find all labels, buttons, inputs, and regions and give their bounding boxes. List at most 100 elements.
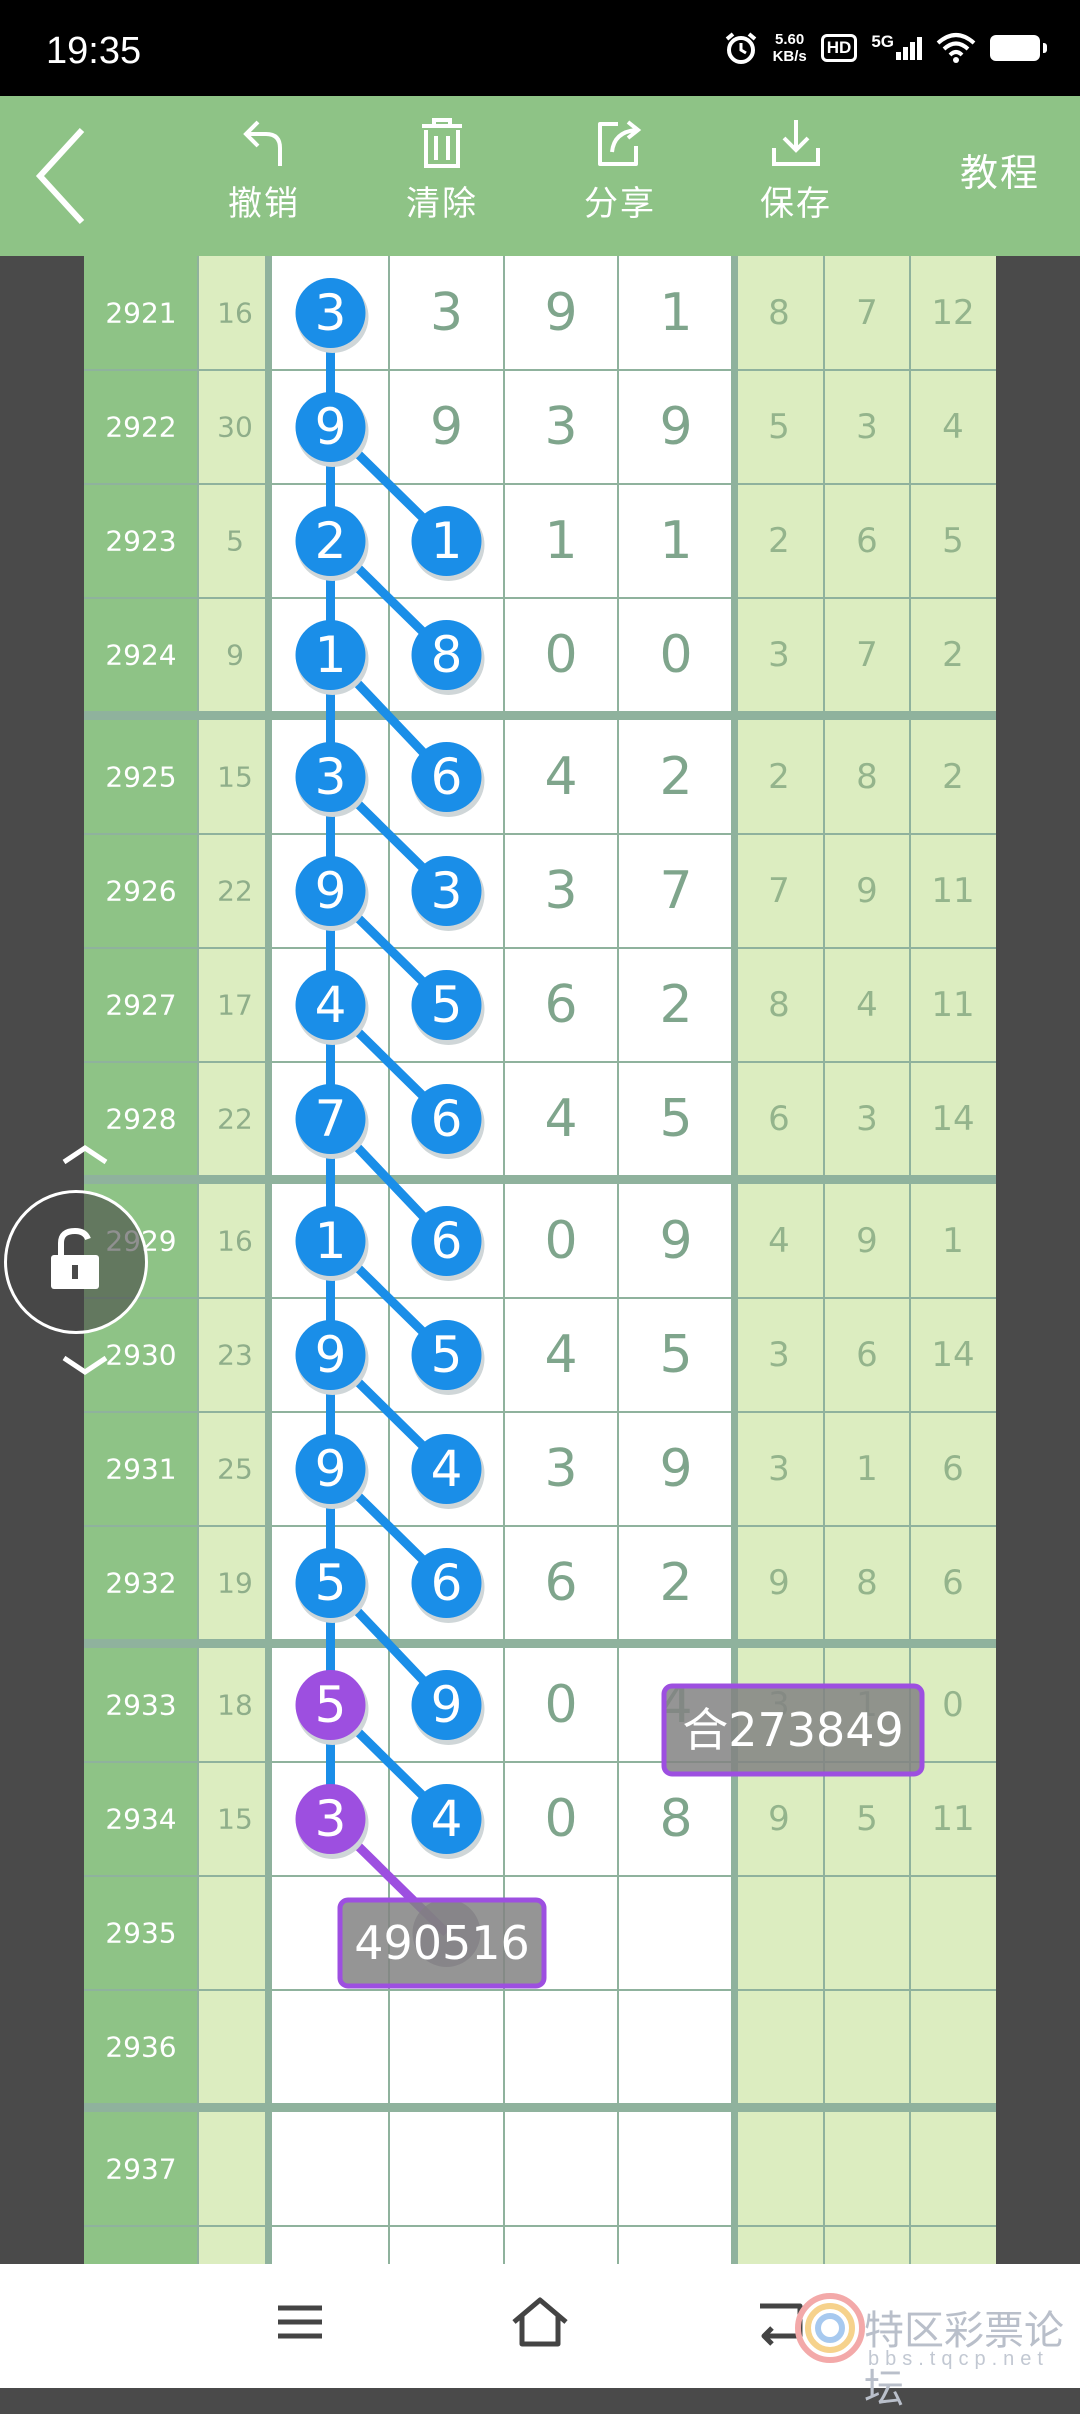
digit-ball-label: 6 — [431, 1212, 463, 1270]
tail-cell: 3 — [768, 635, 790, 675]
speed-unit: KB/s — [772, 48, 807, 65]
sum-cell: 17 — [217, 989, 253, 1022]
digit-ball-label: 9 — [315, 862, 347, 920]
sum-cell: 22 — [217, 875, 253, 908]
period-cell: 2923 — [105, 525, 176, 558]
period-cell: 2928 — [105, 1103, 176, 1136]
tail-cell: 9 — [856, 871, 878, 911]
digit-cell: 2 — [659, 975, 692, 1035]
digit-ball-label: 1 — [431, 512, 463, 570]
digit-cell: 0 — [544, 1789, 577, 1849]
status-icons: 5.60 KB/s HD 5G — [723, 26, 1047, 70]
tail-cell: 4 — [768, 1221, 790, 1261]
digit-ball-label: 9 — [315, 398, 347, 456]
tail-cell: 8 — [856, 757, 878, 797]
tail-cell: 7 — [856, 635, 878, 675]
annotation-numbers: 490516 — [354, 1916, 530, 1970]
period-cell: 2924 — [105, 639, 176, 672]
tail-cell: 3 — [768, 1335, 790, 1375]
group-separator — [84, 712, 996, 720]
period-cell: 2927 — [105, 989, 176, 1022]
digit-cell: 7 — [659, 861, 692, 921]
undo-button[interactable]: 撤销 — [194, 116, 334, 236]
network-speed: 5.60 KB/s — [773, 31, 807, 65]
clear-label: 清除 — [406, 184, 478, 224]
share-button[interactable]: 分享 — [550, 116, 690, 236]
share-icon — [598, 120, 642, 166]
trend-grid[interactable]: 2921 16 3 3 9 1 8 7 122922 30 9 9 3 9 5 3 42923 5 2 1 1 1 2 6 52… — [84, 256, 996, 2264]
period-cell: 2935 — [105, 1917, 176, 1950]
trash-icon — [422, 118, 462, 168]
undo-label: 撤销 — [228, 184, 300, 224]
digit-ball-label: 3 — [431, 862, 463, 920]
tail-cell: 6 — [856, 521, 878, 561]
status-time: 19:35 — [46, 30, 142, 72]
digit-ball-label: 1 — [315, 626, 347, 684]
digit-cell: 2 — [659, 1553, 692, 1613]
chevron-down-icon[interactable] — [50, 1352, 120, 1382]
digit-ball-label: 4 — [431, 1790, 463, 1848]
sum-cell: 5 — [226, 525, 244, 558]
tail-cell: 9 — [768, 1799, 790, 1839]
clear-button[interactable]: 清除 — [372, 116, 512, 236]
tail-cell: 6 — [768, 1099, 790, 1139]
back-button[interactable] — [30, 124, 130, 228]
digit-ball-label: 3 — [315, 284, 347, 342]
digit-ball-label: 9 — [315, 1440, 347, 1498]
share-label: 分享 — [584, 184, 656, 224]
trend-chart[interactable]: 2921 16 3 3 9 1 8 7 12 2922 30 9 9 3 9 5 3 4 2923 5 2 1 1 1 2 6 5 2… — [84, 256, 996, 2264]
sum-cell: 19 — [217, 1567, 253, 1600]
sum-cell: 23 — [217, 1339, 253, 1372]
tail-cell: 1 — [942, 1221, 964, 1261]
home-icon[interactable] — [508, 2292, 572, 2352]
period-cell: 2922 — [105, 411, 176, 444]
digit-cell: 5 — [659, 1089, 692, 1149]
digit-ball-label: 4 — [315, 976, 347, 1034]
period-cell: 2926 — [105, 875, 176, 908]
digit-ball-label: 4 — [431, 1440, 463, 1498]
tail-cell: 5 — [768, 407, 790, 447]
tail-cell: 8 — [768, 293, 790, 333]
digit-cell: 3 — [544, 1439, 577, 1499]
battery-icon — [990, 35, 1047, 61]
digit-cell: 9 — [544, 283, 577, 343]
save-label: 保存 — [760, 184, 832, 224]
period-cell: 2925 — [105, 761, 176, 794]
tail-cell: 8 — [856, 1563, 878, 1603]
forum-watermark: 特区彩票论坛 bbs.tqcp.net — [790, 2282, 1080, 2412]
tail-cell: 0 — [942, 1685, 964, 1725]
lock-control[interactable] — [4, 1190, 148, 1334]
digit-ball-label: 3 — [315, 1790, 347, 1848]
tail-cell: 9 — [768, 1563, 790, 1603]
network-type: 5G — [871, 31, 894, 51]
undo-icon — [243, 120, 282, 166]
period-cell: 2936 — [105, 2031, 176, 2064]
tail-cell: 2 — [942, 757, 964, 797]
sum-cell: 25 — [217, 1453, 253, 1486]
tutorial-button[interactable]: 教程 — [960, 142, 1040, 197]
digit-cell: 4 — [544, 1089, 577, 1149]
digit-ball-label: 8 — [431, 626, 463, 684]
speed-value: 5.60 — [775, 31, 805, 48]
digit-cell: 9 — [659, 1211, 692, 1271]
period-cell: 2937 — [105, 2153, 176, 2186]
digit-ball-label: 2 — [315, 512, 347, 570]
digits-left-border — [265, 256, 272, 2264]
save-button[interactable]: 保存 — [726, 116, 866, 236]
tail-cell: 11 — [931, 871, 974, 911]
digit-ball-label: 3 — [315, 748, 347, 806]
digit-cell: 1 — [544, 511, 577, 571]
digit-ball-label: 5 — [315, 1554, 347, 1612]
digit-ball-label: 5 — [431, 1326, 463, 1384]
digit-cell: 2 — [659, 747, 692, 807]
tail-cell: 6 — [856, 1335, 878, 1375]
tail-cell: 3 — [856, 1099, 878, 1139]
chevron-up-icon[interactable] — [50, 1138, 120, 1168]
watermark-url: bbs.tqcp.net — [868, 2348, 1049, 2370]
digit-ball-label: 6 — [431, 1554, 463, 1612]
sum-cell: 15 — [217, 761, 253, 794]
tail-cell: 8 — [768, 985, 790, 1025]
digit-cell: 0 — [544, 625, 577, 685]
sum-cell: 22 — [217, 1103, 253, 1136]
menu-icon[interactable] — [272, 2292, 328, 2352]
